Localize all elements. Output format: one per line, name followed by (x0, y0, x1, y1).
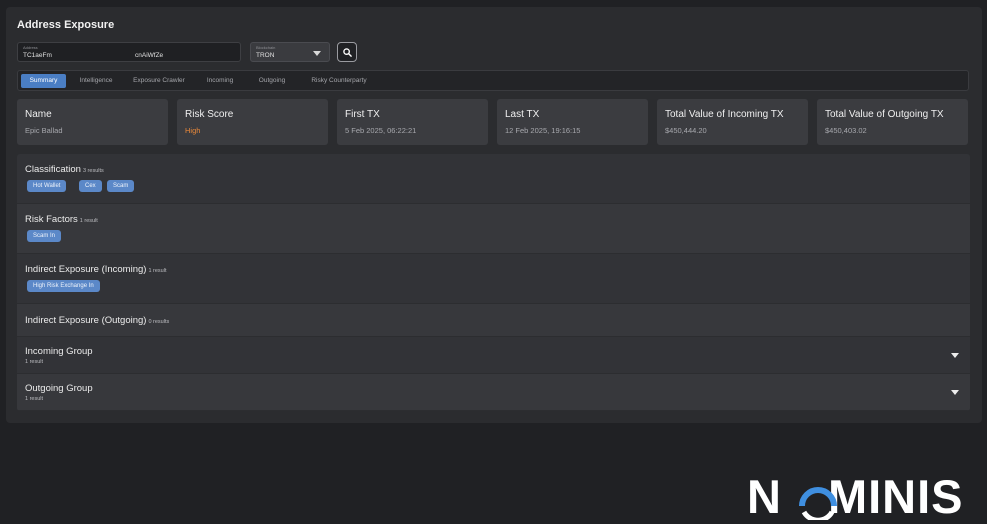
page-title: Address Exposure (17, 19, 115, 31)
card-label: Name (25, 109, 52, 120)
tab-bar: Summary Intelligence Exposure Crawler In… (17, 70, 969, 91)
result-count: 1 result (25, 396, 44, 402)
result-count: 1 result (25, 359, 44, 365)
result-count: 3 results (82, 168, 104, 174)
outgoing-total-card: Total Value of Outgoing TX $450,403.02 (817, 99, 968, 145)
result-count: 1 result (148, 268, 167, 274)
card-value: 12 Feb 2025, 19:16:15 (505, 126, 581, 135)
address-value-end: cnAiWfZe (135, 52, 164, 59)
risk-score-value: High (185, 126, 201, 135)
card-label: Last TX (505, 109, 540, 120)
tab-incoming[interactable]: Incoming (198, 74, 242, 88)
section-title: Indirect Exposure (Incoming) (25, 264, 147, 275)
exposure-sections: Classification 3 results Hot Wallet Cex S… (17, 154, 970, 411)
nominis-logo: N MINIS (747, 472, 964, 522)
tag-cex: Cex (79, 180, 102, 192)
risk-factors-section: Risk Factors 1 result Scam In (17, 204, 970, 254)
address-exposure-panel: Address Exposure Address TC1aeFm cnAiWfZ… (6, 7, 982, 423)
blockchain-select[interactable]: Blockchain TRON (250, 42, 330, 62)
card-value: $450,403.02 (825, 126, 867, 135)
blockchain-label: Blockchain (256, 45, 276, 50)
address-input[interactable]: Address TC1aeFm cnAiWfZe (17, 42, 241, 62)
incoming-group-section[interactable]: Incoming Group 1 result (17, 337, 970, 374)
section-title: Indirect Exposure (Outgoing) (25, 315, 147, 326)
search-button[interactable] (337, 42, 357, 62)
tag-scam: Scam (107, 180, 135, 192)
address-value-start: TC1aeFm (23, 52, 52, 59)
logo-o-mark (799, 487, 837, 520)
section-title: Outgoing Group (25, 383, 93, 394)
tab-intelligence[interactable]: Intelligence (72, 74, 120, 88)
section-title: Classification (25, 164, 81, 175)
section-title: Risk Factors (25, 214, 78, 225)
chevron-down-icon (313, 51, 321, 56)
indirect-incoming-section: Indirect Exposure (Incoming) 1 result Hig… (17, 254, 970, 304)
tag-scam-in: Scam In (27, 230, 62, 242)
card-value: $450,444.20 (665, 126, 707, 135)
card-value: Epic Ballad (25, 126, 63, 135)
result-count: 0 results (148, 319, 170, 325)
card-label: Risk Score (185, 109, 234, 120)
section-title: Incoming Group (25, 346, 93, 357)
logo-letter-n: N (747, 470, 782, 523)
logo-letters-rest: MINIS (827, 470, 964, 523)
classification-section: Classification 3 results Hot Wallet Cex S… (17, 154, 970, 204)
result-count: 1 result (79, 218, 98, 224)
tab-exposure-crawler[interactable]: Exposure Crawler (128, 74, 190, 88)
name-card: Name Epic Ballad (17, 99, 168, 145)
tab-outgoing[interactable]: Outgoing (250, 74, 294, 88)
card-label: Total Value of Outgoing TX (825, 109, 944, 120)
outgoing-group-section[interactable]: Outgoing Group 1 result (17, 374, 970, 411)
tag-high-risk-exchange-in: High Risk Exchange In (27, 280, 100, 292)
address-label: Address (23, 45, 38, 50)
incoming-total-card: Total Value of Incoming TX $450,444.20 (657, 99, 808, 145)
tab-risky-counterparty[interactable]: Risky Counterparty (301, 74, 377, 88)
indirect-outgoing-section: Indirect Exposure (Outgoing) 0 results (17, 304, 970, 337)
caret-down-icon[interactable] (951, 353, 959, 358)
first-tx-card: First TX 5 Feb 2025, 06:22:21 (337, 99, 488, 145)
risk-score-card: Risk Score High (177, 99, 328, 145)
card-label: Total Value of Incoming TX (665, 109, 784, 120)
tab-summary[interactable]: Summary (21, 74, 66, 88)
card-label: First TX (345, 109, 380, 120)
card-value: 5 Feb 2025, 06:22:21 (345, 126, 417, 135)
blockchain-value: TRON (256, 52, 275, 59)
tag-hot-wallet: Hot Wallet (27, 180, 67, 192)
last-tx-card: Last TX 12 Feb 2025, 19:16:15 (497, 99, 648, 145)
search-icon (342, 47, 352, 57)
caret-down-icon[interactable] (951, 390, 959, 395)
